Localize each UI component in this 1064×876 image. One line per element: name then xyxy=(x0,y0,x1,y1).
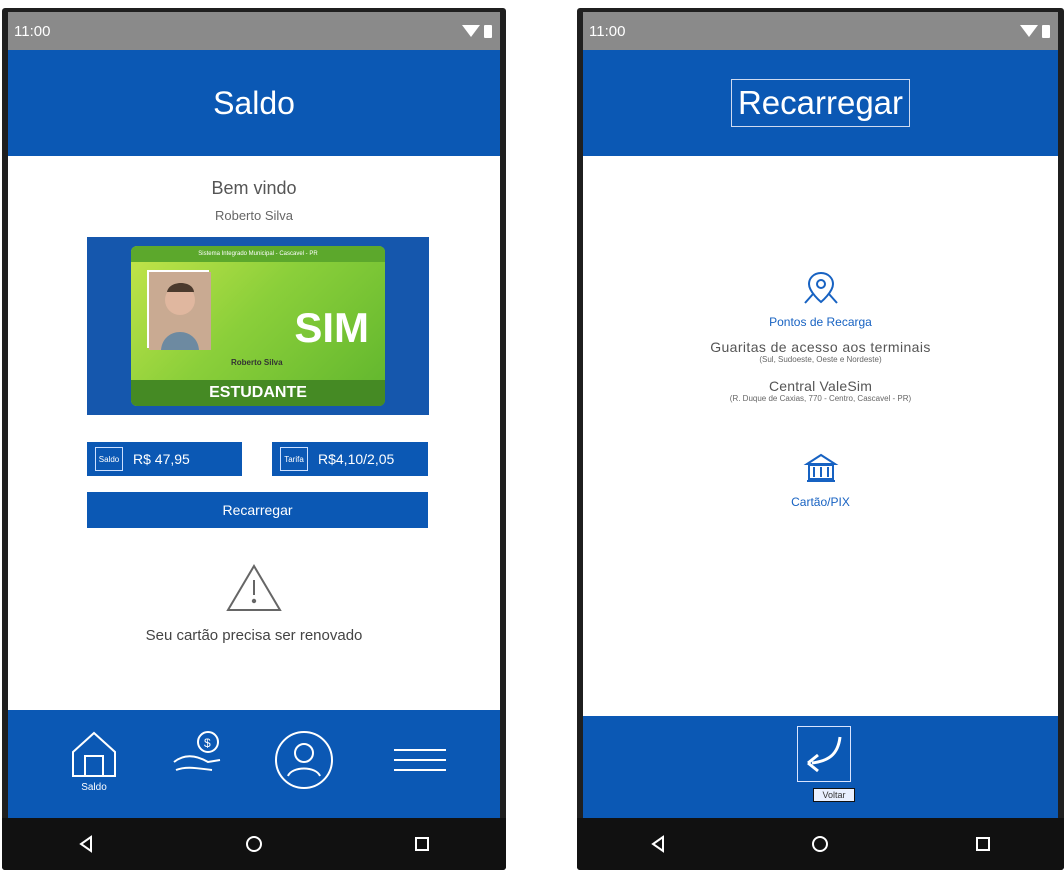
back-arrow-icon xyxy=(807,736,842,773)
back-area: Voltar xyxy=(583,716,1058,818)
recharge-points-link[interactable]: Pontos de Recarga xyxy=(583,315,1058,329)
battery-icon xyxy=(1042,24,1050,38)
recent-square-icon xyxy=(415,837,429,851)
svg-text:$: $ xyxy=(204,736,211,750)
home-circle-icon xyxy=(246,836,262,852)
wifi-icon xyxy=(462,25,480,37)
android-navbar xyxy=(2,818,506,870)
page-title: Saldo xyxy=(213,84,295,121)
nav-profile[interactable] xyxy=(272,728,336,800)
status-bar: 11:00 xyxy=(583,12,1058,50)
nav-menu[interactable] xyxy=(388,728,452,800)
student-card: Sistema Integrado Municipal - Cascavel -… xyxy=(131,246,385,406)
android-navbar xyxy=(577,818,1064,870)
card-holder-name: Roberto Silva xyxy=(231,358,283,367)
fare-button[interactable]: Tarifa R$4,10/2,05 xyxy=(272,442,428,476)
map-pin-icon xyxy=(803,271,838,304)
recent-nav-button[interactable] xyxy=(402,824,442,864)
fare-value: R$4,10/2,05 xyxy=(318,451,395,467)
bank-icon xyxy=(803,453,838,482)
central-valesim-text: Central ValeSim xyxy=(768,378,873,394)
balance-screen: Saldo Bem vindo Roberto Silva Sistema In… xyxy=(8,50,500,818)
home-icon xyxy=(72,731,116,777)
terminal-access-subtext: (Sul, Sudoeste, Oeste e Nordeste) xyxy=(759,355,882,364)
right-phone: 11:00 Recarregar Pontos de Recarga Guari… xyxy=(577,8,1064,870)
user-name: Roberto Silva xyxy=(214,208,294,223)
menu-icon xyxy=(394,749,446,771)
status-icons xyxy=(1020,24,1050,38)
home-circle-icon xyxy=(812,836,829,852)
recharge-button[interactable]: Recarregar xyxy=(87,492,428,528)
back-label[interactable]: Voltar xyxy=(813,788,855,802)
fare-icon: Tarifa xyxy=(280,447,308,471)
status-time: 11:00 xyxy=(589,22,626,40)
back-nav-button[interactable] xyxy=(66,824,106,864)
terminal-access-text: Guaritas de acesso aos terminais xyxy=(710,339,931,355)
card-pix-link[interactable]: Cartão/PIX xyxy=(583,495,1058,509)
wifi-icon xyxy=(1020,25,1038,37)
back-triangle-icon xyxy=(79,835,92,853)
welcome-text: Bem vindo xyxy=(211,178,297,198)
recent-nav-button[interactable] xyxy=(963,824,1003,864)
renewal-warning: Seu cartão precisa ser renovado xyxy=(8,562,500,644)
card-frame: Sistema Integrado Municipal - Cascavel -… xyxy=(87,237,429,415)
left-phone: 11:00 Saldo Bem vindo Roberto Silva Sist… xyxy=(2,8,506,870)
balance-value: R$ 47,95 xyxy=(133,451,190,467)
recent-square-icon xyxy=(975,837,990,851)
bottom-navigation: Saldo $ xyxy=(8,710,500,818)
nav-home-label: Saldo xyxy=(81,782,107,793)
app-header: Saldo xyxy=(8,50,500,156)
profile-icon xyxy=(275,731,333,789)
nav-money[interactable]: $ xyxy=(168,728,232,800)
battery-icon xyxy=(484,24,492,38)
home-nav-button[interactable] xyxy=(234,824,274,864)
status-bar: 11:00 xyxy=(8,12,500,50)
warning-text: Seu cartão precisa ser renovado xyxy=(145,627,363,644)
balance-button[interactable]: Saldo R$ 47,95 xyxy=(87,442,242,476)
back-button[interactable] xyxy=(797,726,851,782)
card-pix-section: Cartão/PIX xyxy=(583,450,1058,509)
portrait-icon xyxy=(149,272,211,350)
status-icons xyxy=(462,24,492,38)
central-address-text: (R. Duque de Caxias, 770 - Centro, Casca… xyxy=(729,394,912,403)
card-type: ESTUDANTE xyxy=(131,380,385,406)
page-title: Recarregar xyxy=(730,79,911,127)
home-nav-button[interactable] xyxy=(800,824,840,864)
back-nav-button[interactable] xyxy=(638,824,678,864)
card-brand: SIM xyxy=(294,304,369,351)
money-hand-icon: $ xyxy=(173,731,221,771)
card-top-band: Sistema Integrado Municipal - Cascavel -… xyxy=(131,246,385,262)
back-triangle-icon xyxy=(651,835,665,853)
card-photo xyxy=(147,270,211,350)
app-header: Recarregar xyxy=(583,50,1058,156)
nav-home[interactable]: Saldo xyxy=(62,728,126,800)
warning-icon xyxy=(226,564,282,611)
status-time: 11:00 xyxy=(14,22,51,40)
balance-icon: Saldo xyxy=(95,447,123,471)
recharge-screen: Recarregar Pontos de Recarga Guaritas de… xyxy=(583,50,1058,818)
recharge-points-section: Pontos de Recarga Guaritas de acesso aos… xyxy=(583,270,1058,403)
